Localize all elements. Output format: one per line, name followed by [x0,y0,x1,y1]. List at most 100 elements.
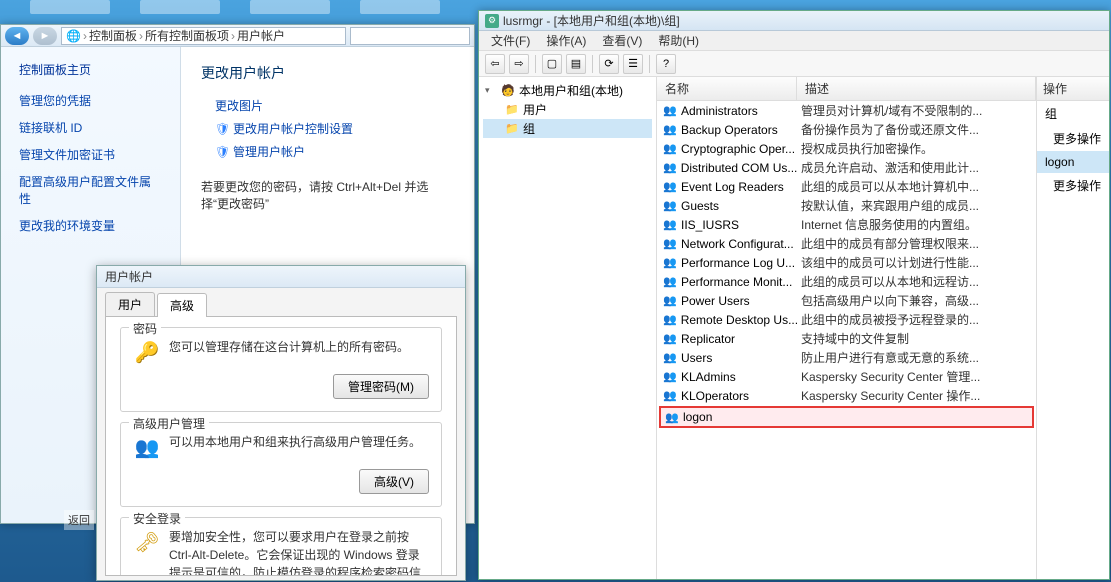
back-button[interactable]: ◄ [5,27,29,45]
menu-help[interactable]: 帮助(H) [652,30,705,51]
group-icon [665,410,679,424]
tab-advanced[interactable]: 高级 [157,293,207,317]
list-item[interactable]: KLAdminsKaspersky Security Center 管理... [657,367,1036,386]
search-input[interactable] [350,27,470,45]
group-adv-title: 高级用户管理 [129,415,209,432]
pwd-text: 您可以管理存储在这台计算机上的所有密码。 [169,338,429,366]
group-sec-title: 安全登录 [129,510,185,527]
mmc-list: 名称 描述 Administrators管理员对计算机/域有不受限制的...Ba… [657,77,1037,579]
shield-icon [215,122,229,136]
group-desc: 包括高级用户以向下兼容，高级... [801,292,1030,309]
list-item[interactable]: Remote Desktop Us...此组中的成员被授予远程登录的... [657,310,1036,329]
action-manage-accounts[interactable]: 管理用户帐户 [215,143,454,160]
tb-back-icon[interactable]: ⇦ [485,54,505,74]
group-icon [663,332,677,346]
group-icon [663,370,677,384]
list-header: 名称 描述 [657,77,1036,101]
tb-forward-icon[interactable]: ⇨ [509,54,529,74]
actions-header: 操作 [1037,77,1109,101]
side-link-envvars[interactable]: 更改我的环境变量 [19,217,162,234]
group-icon [663,104,677,118]
group-name: Users [681,351,712,365]
group-icon [663,142,677,156]
side-link-onlineid[interactable]: 链接联机 ID [19,119,162,136]
actions-more-1[interactable]: 更多操作 [1037,126,1109,151]
list-item[interactable]: Replicator支持域中的文件复制 [657,329,1036,348]
list-item[interactable]: Backup Operators备份操作员为了备份或还原文件... [657,120,1036,139]
tb-show-hide-icon[interactable]: ▢ [542,54,562,74]
tree-users[interactable]: 用户 [483,100,652,119]
action-change-uac[interactable]: 更改用户帐户控制设置 [215,120,454,137]
list-item[interactable]: Guests按默认值，来宾跟用户组的成员... [657,196,1036,215]
group-icon [663,256,677,270]
cpl-titlebar: ◄ ► 🌐 › 控制面板 › 所有控制面板项 › 用户帐户 [1,25,474,47]
mmc-menubar: 文件(F) 操作(A) 查看(V) 帮助(H) [479,31,1109,51]
group-name: IIS_IUSRS [681,218,739,232]
group-name: Backup Operators [681,123,778,137]
side-link-profiles[interactable]: 配置高级用户配置文件属性 [19,173,162,207]
list-item[interactable]: Event Log Readers 此组的成员可以从本地计算机中... [657,177,1036,196]
breadcrumb[interactable]: 🌐 › 控制面板 › 所有控制面板项 › 用户帐户 [61,27,346,45]
cpl-hint: 若要更改您的密码，请按 Ctrl+Alt+Del 并选择“更改密码” [201,178,454,212]
forward-button[interactable]: ► [33,27,57,45]
list-item[interactable]: KLOperatorsKaspersky Security Center 操作.… [657,386,1036,405]
tb-help-icon[interactable]: ? [656,54,676,74]
actions-sub-groups[interactable]: 组 [1037,101,1109,126]
list-item[interactable]: Distributed COM Us...成员允许启动、激活和使用此计... [657,158,1036,177]
list-item[interactable]: Power Users包括高级用户以向下兼容，高级... [657,291,1036,310]
globe-icon: 🌐 [66,29,81,43]
lusrmgr-window: ⚙ lusrmgr - [本地用户和组(本地)\组] 文件(F) 操作(A) 查… [478,10,1110,580]
menu-action[interactable]: 操作(A) [540,30,592,51]
side-link-credentials[interactable]: 管理您的凭据 [19,92,162,109]
group-icon [663,389,677,403]
advanced-button[interactable]: 高级(V) [359,469,429,494]
group-desc: Kaspersky Security Center 操作... [801,387,1030,404]
tree-groups[interactable]: 组 [483,119,652,138]
mmc-tree: ▾本地用户和组(本地) 用户 组 [479,77,657,579]
list-item[interactable]: Performance Log U...该组中的成员可以计划进行性能... [657,253,1036,272]
col-name[interactable]: 名称 [657,77,797,100]
mmc-toolbar: ⇦ ⇨ ▢ ▤ ⟳ ☰ ? [479,51,1109,77]
sidebar-title: 控制面板主页 [19,61,162,78]
group-name: logon [683,410,712,424]
group-icon [663,218,677,232]
side-link-encryption[interactable]: 管理文件加密证书 [19,146,162,163]
folder-icon [505,103,519,117]
dlg-tabs: 用户 高级 [97,288,465,316]
group-icon [663,351,677,365]
actions-sub-logon[interactable]: logon [1037,151,1109,173]
group-secure-login: 安全登录 要增加安全性，您可以要求用户在登录之前按 Ctrl-Alt-Delet… [120,517,442,576]
list-item[interactable]: Performance Monit...此组的成员可以从本地和远程访... [657,272,1036,291]
list-item[interactable]: Cryptographic Oper...授权成员执行加密操作。 [657,139,1036,158]
list-item[interactable]: logon [659,406,1034,428]
group-desc: 管理员对计算机/域有不受限制的... [801,102,1030,119]
group-name: Cryptographic Oper... [681,142,795,156]
manage-passwords-button[interactable]: 管理密码(M) [333,374,429,399]
group-advanced-users: 高级用户管理 可以用本地用户和组来执行高级用户管理任务。 高级(V) [120,422,442,507]
group-desc: 该组中的成员可以计划进行性能... [801,254,1030,271]
tb-export-icon[interactable]: ▤ [566,54,586,74]
list-item[interactable]: Network Configurat...此组中的成员有部分管理权限来... [657,234,1036,253]
tb-properties-icon[interactable]: ☰ [623,54,643,74]
tb-refresh-icon[interactable]: ⟳ [599,54,619,74]
list-item[interactable]: IIS_IUSRS Internet 信息服务使用的内置组。 [657,215,1036,234]
cpl-main-title: 更改用户帐户 [201,63,454,83]
list-item[interactable]: Users防止用户进行有意或无意的系统... [657,348,1036,367]
group-icon [663,294,677,308]
group-icon [663,123,677,137]
menu-view[interactable]: 查看(V) [596,30,648,51]
list-item[interactable]: Administrators管理员对计算机/域有不受限制的... [657,101,1036,120]
group-desc: Kaspersky Security Center 管理... [801,368,1030,385]
col-desc[interactable]: 描述 [797,77,1036,100]
group-desc: 此组的成员可以从本地计算机中... [801,178,1030,195]
actions-more-2[interactable]: 更多操作 [1037,173,1109,198]
group-desc: Internet 信息服务使用的内置组。 [801,216,1030,233]
tab-users[interactable]: 用户 [105,292,155,316]
tree-root[interactable]: ▾本地用户和组(本地) [483,81,652,100]
group-desc: 此组中的成员有部分管理权限来... [801,235,1030,252]
action-change-picture[interactable]: 更改图片 [215,97,454,114]
group-name: Event Log Readers [681,180,784,194]
key-icon [133,338,161,366]
mmc-title: lusrmgr - [本地用户和组(本地)\组] [503,12,680,29]
menu-file[interactable]: 文件(F) [485,30,536,51]
